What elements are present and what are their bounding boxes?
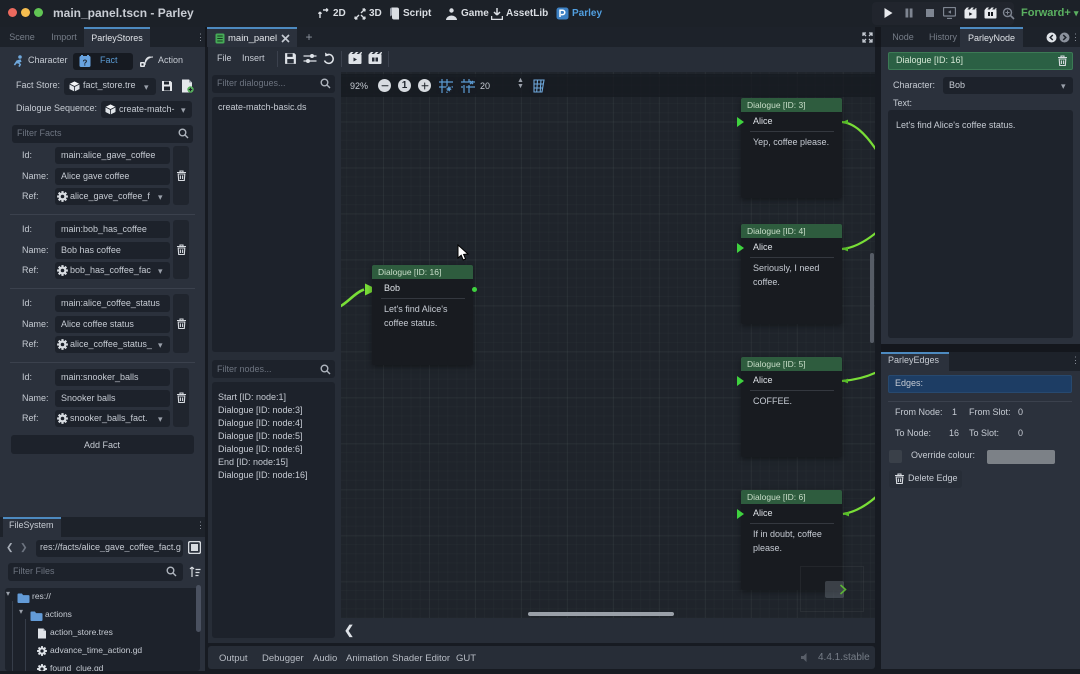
svg-text:?: ? [83, 59, 88, 68]
